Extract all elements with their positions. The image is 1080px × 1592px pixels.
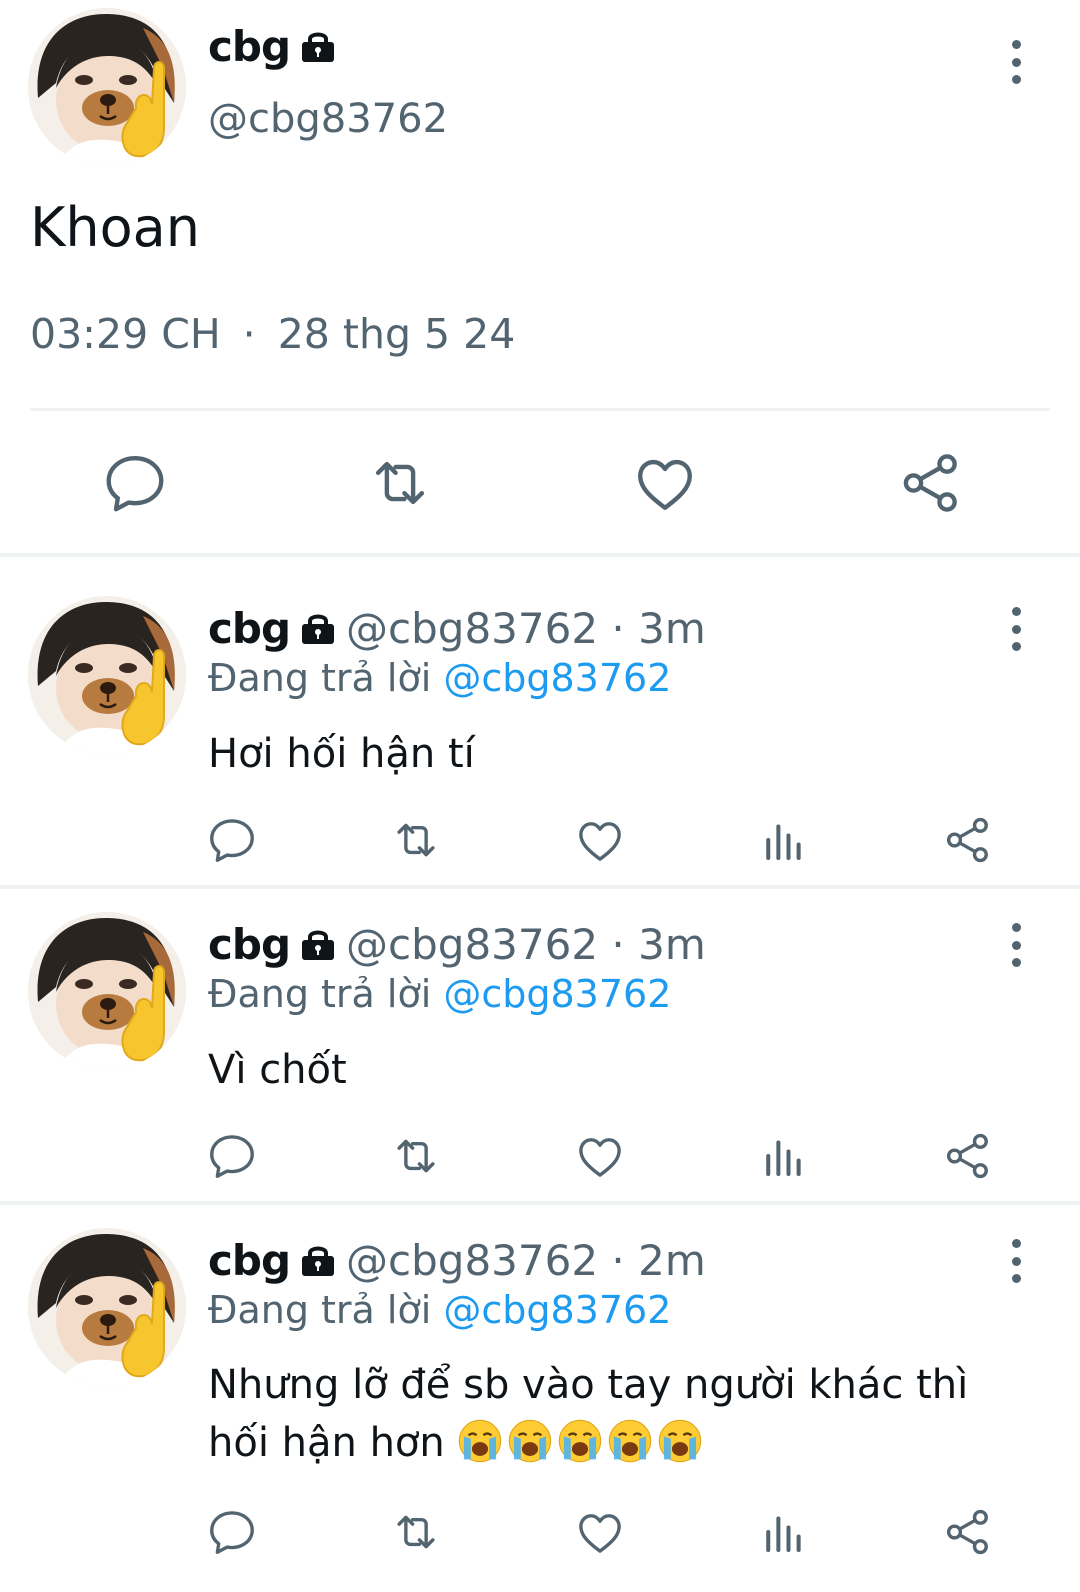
display-name[interactable]: cbg — [208, 1236, 291, 1285]
lock-icon — [298, 611, 338, 645]
reply-header: cbg @cbg83762 · 2m — [208, 1236, 706, 1285]
emoji-row — [457, 1418, 707, 1466]
more-options-icon[interactable] — [1004, 923, 1028, 967]
retweet-icon[interactable] — [389, 1505, 443, 1559]
share-icon[interactable] — [941, 1129, 995, 1183]
tweet-text: Hơi hối hận tí — [208, 731, 475, 777]
views-icon[interactable] — [757, 813, 811, 867]
divider — [0, 885, 1080, 889]
avatar[interactable] — [28, 8, 186, 166]
loudly-crying-face-icon — [507, 1418, 553, 1464]
loudly-crying-face-icon — [557, 1418, 603, 1464]
divider — [0, 1201, 1080, 1205]
replying-label: Đang trả lời — [208, 656, 432, 700]
reply-icon[interactable] — [100, 448, 170, 518]
avatar-image — [28, 1228, 186, 1386]
tweet-thread: cbg @cbg83762 Khoan 03:29 CH · 28 thg 5 24 — [0, 0, 1080, 1592]
like-icon[interactable] — [573, 1129, 627, 1183]
replying-to: Đang trả lời @cbg83762 — [208, 656, 671, 700]
share-icon[interactable] — [896, 448, 966, 518]
like-icon[interactable] — [630, 448, 700, 518]
display-name[interactable]: cbg — [208, 604, 291, 653]
display-name-text: cbg — [208, 22, 291, 71]
tweet-text-block: Nhưng lỡ để sb vào tay người khác thì hố… — [208, 1356, 1008, 1472]
tweet-date: 28 thg 5 24 — [277, 310, 516, 358]
display-name[interactable]: cbg — [208, 22, 338, 71]
tweet-text: Vì chốt — [208, 1047, 347, 1093]
loudly-crying-face-icon — [457, 1418, 503, 1464]
reply-icon[interactable] — [205, 1505, 259, 1559]
mention-link[interactable]: @cbg83762 — [443, 656, 671, 700]
retweet-icon[interactable] — [365, 448, 435, 518]
like-icon[interactable] — [573, 813, 627, 867]
lock-icon — [298, 927, 338, 961]
handle[interactable]: @cbg83762 — [208, 96, 448, 142]
mention-link[interactable]: @cbg83762 — [443, 1288, 671, 1332]
tweet-actions — [0, 448, 1080, 518]
divider — [30, 408, 1050, 411]
like-icon[interactable] — [573, 1505, 627, 1559]
tweet-time: 03:29 CH — [30, 310, 221, 358]
more-options-icon[interactable] — [1004, 40, 1028, 84]
loudly-crying-face-icon — [607, 1418, 653, 1464]
more-options-icon[interactable] — [1004, 607, 1028, 651]
reply-header: cbg @cbg83762 · 3m — [208, 604, 706, 653]
loudly-crying-face-icon — [657, 1418, 703, 1464]
tweet-actions — [0, 813, 1080, 867]
reply-header: cbg @cbg83762 · 3m — [208, 920, 706, 969]
share-icon[interactable] — [941, 1505, 995, 1559]
share-icon[interactable] — [941, 813, 995, 867]
avatar[interactable] — [28, 912, 186, 1070]
reply-icon[interactable] — [205, 1129, 259, 1183]
replying-to: Đang trả lời @cbg83762 — [208, 972, 671, 1016]
replying-to: Đang trả lời @cbg83762 — [208, 1288, 671, 1332]
retweet-icon[interactable] — [389, 1129, 443, 1183]
retweet-icon[interactable] — [389, 813, 443, 867]
handle-time[interactable]: @cbg83762 · 3m — [346, 920, 706, 969]
replying-label: Đang trả lời — [208, 972, 432, 1016]
display-name[interactable]: cbg — [208, 920, 291, 969]
mention-link[interactable]: @cbg83762 — [443, 972, 671, 1016]
tweet-actions — [0, 1129, 1080, 1183]
handle-time[interactable]: @cbg83762 · 3m — [346, 604, 706, 653]
handle-time[interactable]: @cbg83762 · 2m — [346, 1236, 706, 1285]
reply-icon[interactable] — [205, 813, 259, 867]
avatar-image — [28, 912, 186, 1070]
replying-label: Đang trả lời — [208, 1288, 432, 1332]
tweet-actions — [0, 1505, 1080, 1559]
lock-icon — [298, 1243, 338, 1277]
avatar-image — [28, 596, 186, 754]
tweet-timestamp[interactable]: 03:29 CH · 28 thg 5 24 — [30, 310, 515, 358]
divider — [0, 553, 1080, 557]
lock-icon — [298, 29, 338, 63]
avatar[interactable] — [28, 1228, 186, 1386]
avatar[interactable] — [28, 596, 186, 754]
tweet-text: Khoan — [30, 196, 200, 259]
more-options-icon[interactable] — [1004, 1239, 1028, 1283]
views-icon[interactable] — [757, 1505, 811, 1559]
meta-separator: · — [242, 310, 256, 358]
avatar-image — [28, 8, 186, 166]
views-icon[interactable] — [757, 1129, 811, 1183]
